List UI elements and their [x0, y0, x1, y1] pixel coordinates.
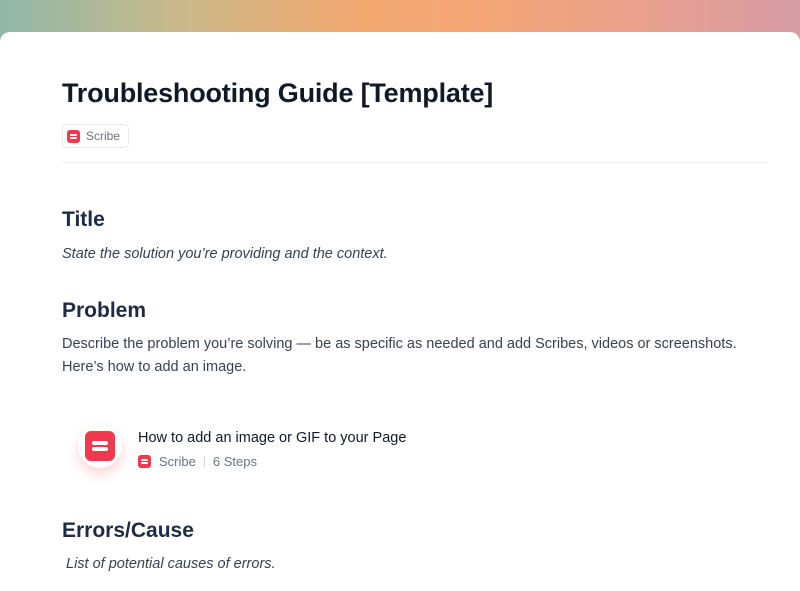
scribe-logo-icon	[138, 455, 151, 468]
scribe-logo-icon	[67, 129, 80, 143]
title-divider	[62, 162, 768, 163]
scribe-embed-card[interactable]: How to add an image or GIF to your Page …	[78, 424, 498, 488]
author-chip[interactable]: Scribe	[62, 124, 130, 148]
section-heading-errors: Errors/Cause	[62, 519, 194, 542]
scribe-logo-icon	[85, 431, 115, 461]
section-text-problem: Describe the problem you’re solving — be…	[62, 336, 737, 375]
embed-meta: Scribe 6 Steps	[138, 454, 257, 469]
section-heading-problem: Problem	[62, 299, 147, 322]
section-text-title: State the solution you’re providing and …	[62, 246, 388, 262]
author-name: Scribe	[86, 129, 121, 143]
meta-separator	[203, 455, 205, 468]
embed-author: Scribe	[159, 454, 196, 469]
section-text-errors: List of potential causes of errors.	[66, 556, 276, 572]
embed-steps: 6 Steps	[212, 454, 257, 469]
document-title: Troubleshooting Guide [Template]	[62, 78, 494, 108]
section-heading-title: Title	[62, 208, 105, 231]
embed-title[interactable]: How to add an image or GIF to your Page	[138, 430, 406, 446]
document-card: Troubleshooting Guide [Template] Scribe …	[0, 32, 800, 591]
embed-logo-wrapper	[78, 424, 122, 468]
